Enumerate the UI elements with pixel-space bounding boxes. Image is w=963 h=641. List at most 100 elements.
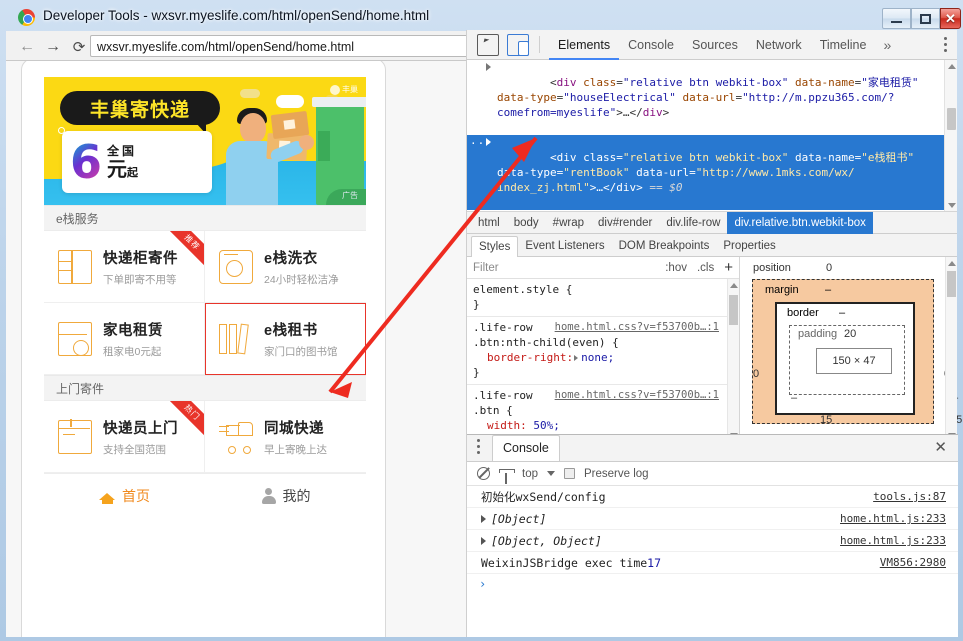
forward-icon[interactable]: → xyxy=(42,36,64,57)
address-bar-input[interactable]: wxsvr.myeslife.com/html/openSend/home.ht… xyxy=(90,35,470,57)
css-rules-scrollbar[interactable] xyxy=(727,279,739,442)
box-model-padding-left[interactable]: 15 xyxy=(820,414,832,426)
box-model-scrollbar[interactable] xyxy=(945,257,957,442)
preserve-log-checkbox[interactable] xyxy=(564,468,575,479)
tab-home[interactable]: 首页 xyxy=(44,474,205,517)
console-source-link[interactable]: VM856:2980 xyxy=(880,556,946,569)
expand-triangle-icon[interactable] xyxy=(481,536,486,545)
device-toolbar-icon[interactable] xyxy=(507,33,529,56)
scroll-up-arrow-icon[interactable] xyxy=(948,64,956,69)
css-value[interactable]: none; xyxy=(581,351,614,364)
breadcrumb-item-selected[interactable]: div.relative.btn.webkit-box xyxy=(727,211,873,234)
tab-sources[interactable]: Sources xyxy=(683,30,747,60)
console-source-link[interactable]: tools.js:87 xyxy=(873,490,946,503)
console-message[interactable]: WeixinJSBridge exec time 17 VM856:2980 xyxy=(467,552,958,574)
clear-console-icon[interactable] xyxy=(477,467,490,480)
css-rule-btn[interactable]: .life-row home.html.css?v=f53700b…:1 .btn… xyxy=(467,385,739,438)
more-tabs-icon[interactable]: » xyxy=(875,37,899,53)
service-item-laundry[interactable]: e栈洗衣 24小时轻松洁净 xyxy=(205,231,366,303)
tab-event-listeners[interactable]: Event Listeners xyxy=(518,237,611,256)
dom-node-houseelectrical[interactable]: <div class="relative btn webkit-box" dat… xyxy=(467,60,957,135)
console-source-link[interactable]: home.html.js:233 xyxy=(840,512,946,525)
box-model-position-value[interactable]: 0 xyxy=(826,262,832,274)
service-item-courier-pickup[interactable]: 快递员上门 支持全国范围 热门 xyxy=(44,401,205,473)
breadcrumb-item-wrap[interactable]: #wrap xyxy=(546,212,591,234)
box-model-margin-left[interactable]: 0 xyxy=(753,368,759,380)
window-title: Developer Tools - wxsvr.myeslife.com/htm… xyxy=(43,8,430,23)
styles-tabbar: Styles Event Listeners DOM Breakpoints P… xyxy=(467,234,957,257)
scroll-down-arrow-icon[interactable] xyxy=(948,203,956,208)
breadcrumb-item-liferow[interactable]: div.life-row xyxy=(659,212,727,234)
console-message-list: 初始化wxSend/config tools.js:87 [Object] ho… xyxy=(467,486,958,594)
new-style-rule-icon[interactable]: + xyxy=(724,260,733,275)
chevron-down-icon[interactable] xyxy=(547,471,555,476)
back-icon[interactable]: ← xyxy=(16,36,38,57)
tab-console[interactable]: Console xyxy=(619,30,683,60)
breadcrumb-item-render[interactable]: div#render xyxy=(591,212,659,234)
promo-banner[interactable]: 丰巢寄快递 6 全国 元起 丰巢 广告 xyxy=(44,77,366,205)
console-context-selector[interactable]: top xyxy=(522,468,538,480)
service-item-appliance-rental[interactable]: 家电租赁 租家电0元起 xyxy=(44,303,205,375)
cls-toggle[interactable]: .cls xyxy=(697,262,714,274)
box-model-content-size[interactable]: 150 × 47 xyxy=(816,348,892,374)
console-source-link[interactable]: home.html.js:233 xyxy=(840,534,946,547)
filter-input[interactable]: Filter xyxy=(473,262,655,274)
service-item-book-rental[interactable]: e栈租书 家门口的图书馆 xyxy=(205,303,366,375)
console-message[interactable]: [Object] home.html.js:233 xyxy=(467,508,958,530)
inspect-cursor-icon[interactable] xyxy=(477,33,499,56)
service-item-express-cabinet[interactable]: 快递柜寄件 下单即寄不用等 推荐 xyxy=(44,231,205,303)
box-model-border[interactable]: border – – – 1 padding 20 15 15 20 150 ×… xyxy=(775,302,962,456)
tab-network[interactable]: Network xyxy=(747,30,811,60)
dom-tree-scrollbar[interactable] xyxy=(944,60,957,211)
box-model-border-value[interactable]: – xyxy=(839,307,845,319)
breadcrumb-item-body[interactable]: body xyxy=(507,212,546,234)
box-model-padding-value[interactable]: 20 xyxy=(844,328,856,340)
tab-properties[interactable]: Properties xyxy=(716,237,782,256)
css-property[interactable]: border-right: xyxy=(473,351,573,364)
css-rule-element-style[interactable]: element.style { } xyxy=(467,279,739,317)
scroll-up-arrow-icon[interactable] xyxy=(948,261,956,266)
scroll-up-arrow-icon[interactable] xyxy=(730,283,738,288)
tab-timeline[interactable]: Timeline xyxy=(811,30,876,60)
filter-icon[interactable] xyxy=(499,469,515,484)
drawer-tab-console[interactable]: Console xyxy=(492,435,560,461)
banner-sub2-small: 起 xyxy=(127,166,139,179)
console-input-prompt[interactable]: › xyxy=(467,574,958,594)
reload-icon[interactable]: ⟳ xyxy=(68,36,90,57)
maximize-button[interactable] xyxy=(911,8,940,29)
scrollbar-thumb[interactable] xyxy=(947,108,956,130)
section-title-eshop: e栈服务 xyxy=(44,205,366,231)
close-button[interactable]: ✕ xyxy=(940,8,961,29)
kebab-menu-icon[interactable] xyxy=(477,439,480,457)
dom-node-rentbook-selected[interactable]: ··· <div class="relative btn webkit-box" … xyxy=(467,135,957,210)
css-value[interactable]: 50%; xyxy=(533,419,560,432)
css-close-brace: } xyxy=(473,366,480,379)
css-source-link[interactable]: home.html.css?v=f53700b…:1 xyxy=(555,320,719,335)
expand-triangle-icon[interactable] xyxy=(481,514,486,523)
scrollbar-thumb[interactable] xyxy=(947,271,956,297)
box-model-margin-value[interactable]: – xyxy=(825,284,831,296)
section-title-pickup: 上门寄件 xyxy=(44,375,366,401)
expand-triangle-icon[interactable] xyxy=(574,355,579,361)
scrollbar-thumb[interactable] xyxy=(729,295,738,325)
css-source-link[interactable]: home.html.css?v=f53700b…:1 xyxy=(555,388,719,403)
breadcrumb-item-html[interactable]: html xyxy=(471,212,507,234)
tab-elements[interactable]: Elements xyxy=(549,30,619,60)
tab-styles[interactable]: Styles xyxy=(471,235,519,257)
console-message[interactable]: [Object, Object] home.html.js:233 xyxy=(467,530,958,552)
service-item-same-city[interactable]: 同城快递 早上寄晚上达 xyxy=(205,401,366,473)
box-model-padding[interactable]: padding 20 15 15 20 150 × 47 xyxy=(789,325,962,456)
kebab-menu-icon[interactable] xyxy=(944,37,947,53)
close-icon: ✕ xyxy=(945,11,956,26)
tab-dom-breakpoints[interactable]: DOM Breakpoints xyxy=(612,237,717,256)
close-drawer-icon[interactable]: ✕ xyxy=(934,440,947,455)
hov-toggle[interactable]: :hov xyxy=(665,262,687,274)
css-rule-nth-child-even[interactable]: .life-row home.html.css?v=f53700b…:1 .btn… xyxy=(467,317,739,385)
expand-triangle-icon[interactable] xyxy=(486,63,491,71)
tab-mine[interactable]: 我的 xyxy=(205,474,366,517)
expand-triangle-icon[interactable] xyxy=(486,138,491,146)
box-model-margin[interactable]: margin – 0 0 border – – – 1 padding 20 1… xyxy=(752,279,962,456)
minimize-button[interactable] xyxy=(882,8,911,29)
css-property[interactable]: width: xyxy=(473,419,527,432)
console-message[interactable]: 初始化wxSend/config tools.js:87 xyxy=(467,486,958,508)
